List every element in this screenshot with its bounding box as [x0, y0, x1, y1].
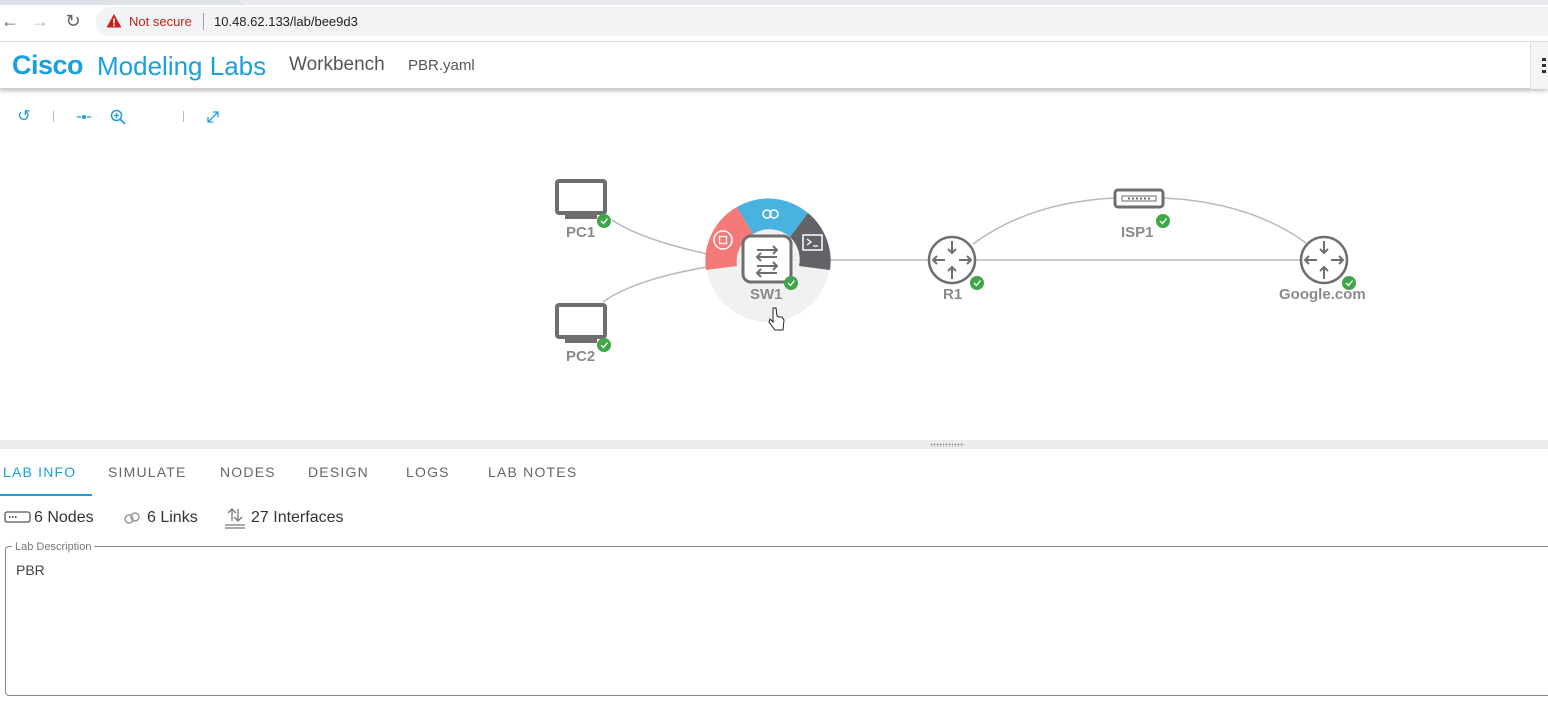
pc2-status-icon	[597, 338, 611, 352]
pc1-node-icon[interactable]	[555, 179, 607, 219]
lab-description-text[interactable]: PBR	[16, 562, 45, 578]
node-label-pc1[interactable]: PC1	[566, 224, 595, 241]
lab-description-field[interactable]	[5, 546, 1548, 696]
sw1-status-icon	[784, 276, 798, 290]
node-label-google[interactable]: Google.com	[1279, 286, 1366, 303]
browser-toolbar: ← → ↻ Not secure 10.48.62.133/lab/bee9d3	[0, 0, 1548, 42]
topology-svg[interactable]	[0, 90, 1548, 440]
node-label-isp1[interactable]: ISP1	[1121, 224, 1154, 241]
link-isp1-google[interactable]	[1162, 197, 1307, 244]
tab-simulate[interactable]: SIMULATE	[108, 464, 187, 480]
splitter-grip[interactable]	[930, 443, 964, 447]
tab-lab-info[interactable]: LAB INFO	[3, 464, 76, 480]
pc2-node-icon[interactable]	[555, 303, 607, 343]
switch-icon[interactable]	[741, 234, 793, 284]
address-bar[interactable]: Not secure 10.48.62.133/lab/bee9d3	[96, 7, 1548, 36]
lab-filename[interactable]: PBR.yaml	[408, 57, 475, 74]
nodes-icon	[4, 511, 31, 523]
menu-icon[interactable]	[1530, 42, 1548, 89]
forward-icon[interactable]: →	[30, 11, 50, 31]
interfaces-icon	[225, 508, 245, 529]
links-count: 6 Links	[147, 509, 198, 526]
tab-nodes[interactable]: NODES	[220, 464, 276, 480]
back-icon[interactable]: ←	[0, 11, 20, 31]
r1-status-icon	[970, 276, 984, 290]
tab-logs[interactable]: LOGS	[406, 464, 450, 480]
lab-description-label: Lab Description	[12, 541, 95, 553]
router-icon[interactable]	[1299, 235, 1349, 285]
reload-icon[interactable]: ↻	[63, 11, 83, 31]
workbench-title: Workbench	[289, 54, 385, 75]
topology-canvas[interactable]: PC1 PC2 SW1 R1 ISP1 Google.com	[0, 90, 1548, 440]
node-label-pc2[interactable]: PC2	[566, 348, 595, 365]
not-secure-label[interactable]: Not secure	[129, 14, 192, 29]
nodes-count: 6 Nodes	[34, 509, 94, 526]
warning-icon	[106, 14, 122, 28]
url-text[interactable]: 10.48.62.133/lab/bee9d3	[214, 14, 358, 29]
router-icon[interactable]	[927, 235, 977, 285]
pc1-status-icon	[597, 214, 611, 228]
app-header: Cisco Modeling Labs Workbench PBR.yaml	[0, 42, 1548, 89]
node-label-r1[interactable]: R1	[943, 286, 962, 303]
tab-design[interactable]: DESIGN	[308, 464, 369, 480]
pane-splitter[interactable]	[0, 440, 1548, 449]
links-icon	[124, 512, 140, 524]
tab-strip	[0, 0, 1548, 5]
node-label-sw1[interactable]: SW1	[750, 286, 783, 303]
unmanaged-switch-icon[interactable]	[1113, 188, 1165, 209]
omnibox-divider	[203, 13, 204, 30]
brand-cisco[interactable]: Cisco	[12, 50, 84, 81]
link-r1-isp1[interactable]	[972, 197, 1116, 245]
interfaces-count: 27 Interfaces	[251, 509, 344, 526]
brand-product[interactable]: Modeling Labs	[97, 51, 266, 82]
tab-lab-notes[interactable]: LAB NOTES	[488, 464, 577, 480]
isp1-status-icon	[1156, 214, 1170, 228]
active-tab-indicator	[0, 494, 92, 496]
